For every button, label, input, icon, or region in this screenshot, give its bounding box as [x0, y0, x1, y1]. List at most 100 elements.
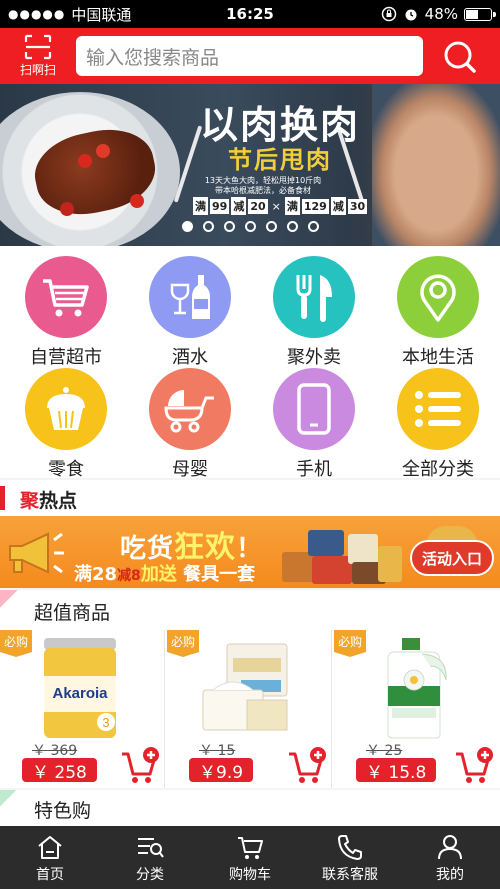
banner-note-line: 带本哈根减肥法，必备食材: [215, 186, 311, 195]
carousel-dot[interactable]: [265, 221, 277, 232]
carousel-dot[interactable]: [181, 221, 193, 232]
location-pin-icon: [420, 274, 456, 322]
category-local-life[interactable]: 本地生活: [376, 256, 500, 369]
offer-prefix: 满28: [74, 564, 118, 585]
cupcake-icon: [47, 387, 85, 430]
section-decoration: [0, 590, 18, 630]
must-buy-tag: 必购: [0, 630, 32, 657]
category-supermarket[interactable]: 自营超市: [4, 256, 128, 369]
product-card[interactable]: 必购 ￥ 25 ￥ 15.8: [334, 630, 499, 788]
tab-home[interactable]: 首页: [0, 826, 100, 889]
carousel-dot[interactable]: [202, 221, 214, 232]
product-card[interactable]: 必购 3 Akaroia ￥ 369 ￥ 258: [0, 630, 165, 788]
sale-price: ￥9.9: [189, 758, 254, 783]
deal-prefix: 满: [193, 197, 208, 215]
special-goods-header: 特色购: [0, 790, 500, 826]
category-takeout[interactable]: 聚外卖: [252, 256, 376, 369]
tomato-garnish: [96, 144, 110, 158]
section-title: 特色购: [34, 800, 92, 822]
app-header: 扫啊扫 输入您搜索商品: [0, 28, 500, 84]
tab-profile[interactable]: 我的: [400, 826, 500, 889]
phone-call-icon: [338, 835, 362, 860]
tab-cart[interactable]: 购物车: [200, 826, 300, 889]
category-drinks[interactable]: 酒水: [128, 256, 252, 369]
category-label: 自营超市: [30, 347, 102, 368]
scan-icon: [24, 34, 52, 60]
carousel-dot[interactable]: [244, 221, 256, 232]
product-card[interactable]: 必购 ￥ 15 ￥9.9: [167, 630, 332, 788]
section-title: 聚热点: [20, 486, 77, 513]
banner-subtitle: 节后甩肉: [228, 146, 332, 174]
category-icon-bg: [149, 368, 231, 450]
activity-banner[interactable]: 吃货狂欢！ 满28减8加送 餐具一套 活动入口: [0, 516, 500, 588]
category-grid: 自营超市 酒水 聚外卖 本地生活 零食 母婴 手机 全部分类: [0, 246, 500, 481]
category-icon-bg: [25, 256, 107, 338]
value-goods-list: 必购 3 Akaroia ￥ 369 ￥ 258 必购 ￥ 15 ￥9.9 必购…: [0, 630, 500, 788]
user-icon: [438, 835, 462, 860]
offer-suffix: 餐具一套: [183, 564, 256, 585]
status-bar: ●●●●● 中国联通 16:25 48%: [0, 0, 500, 28]
category-all[interactable]: 全部分类: [376, 368, 500, 481]
tab-label: 购物车: [229, 867, 271, 883]
tab-customer-service[interactable]: 联系客服: [300, 826, 400, 889]
cart-icon: [238, 837, 263, 859]
fork-knife-icon: [296, 275, 332, 322]
category-icon-bg: [149, 256, 231, 338]
search-button[interactable]: [440, 38, 484, 76]
tab-label: 联系客服: [322, 867, 378, 883]
category-phones[interactable]: 手机: [252, 368, 376, 481]
activity-offer: 满28减8加送 餐具一套: [74, 560, 255, 586]
search-placeholder: 输入您搜索商品: [86, 46, 220, 69]
scan-label: 扫啊扫: [19, 63, 56, 77]
category-label: 母婴: [172, 459, 208, 480]
tab-category[interactable]: 分类: [100, 826, 200, 889]
value-goods-header: 超值商品: [0, 590, 500, 630]
scan-button[interactable]: 扫啊扫: [12, 34, 64, 80]
tab-label: 分类: [136, 867, 164, 883]
battery-icon: [464, 7, 496, 21]
deal-discount: 30: [347, 198, 368, 214]
tomato-garnish: [78, 154, 92, 168]
megaphone-icon: [9, 532, 64, 574]
tab-label: 首页: [36, 867, 64, 883]
title-rest: 热点: [39, 490, 78, 512]
category-snacks[interactable]: 零食: [4, 368, 128, 481]
deal-separator: ×: [271, 199, 281, 213]
detergent-image: [387, 638, 447, 739]
category-baby[interactable]: 母婴: [128, 368, 252, 481]
must-buy-tag: 必购: [167, 630, 199, 657]
search-input[interactable]: 输入您搜索商品: [76, 36, 423, 76]
sale-price: ￥ 15.8: [356, 758, 437, 783]
deal-threshold: 129: [301, 198, 329, 214]
shopping-cart-icon: [43, 279, 89, 317]
carousel-dot[interactable]: [307, 221, 319, 232]
hot-section-header: 聚热点: [0, 480, 500, 516]
carousel-dot[interactable]: [223, 221, 235, 232]
promo-banner[interactable]: 以肉换肉 节后甩肉 13天大鱼大肉，轻松甩掉10斤肉 带本哈根减肥法，必备食材 …: [0, 84, 500, 246]
add-to-cart-icon[interactable]: [287, 746, 327, 784]
banner-note-line: 13天大鱼大肉，轻松甩掉10斤肉: [204, 176, 322, 185]
add-to-cart-icon[interactable]: [120, 746, 160, 784]
category-icon-bg: [25, 368, 107, 450]
category-icon: [138, 838, 164, 858]
category-label: 聚外卖: [287, 347, 341, 368]
must-buy-tag: 必购: [334, 630, 366, 657]
deal-mid: 减: [330, 197, 346, 215]
clock: 16:25: [226, 5, 274, 23]
offer-highlight: 加送: [140, 564, 177, 585]
section-decoration: [0, 790, 18, 826]
wine-bottle-icon: [170, 275, 210, 319]
category-icon-bg: [273, 256, 355, 338]
sale-price: ￥ 258: [22, 758, 97, 783]
category-label: 零食: [48, 459, 84, 480]
section-title: 超值商品: [34, 602, 111, 624]
svg-text:3: 3: [102, 715, 109, 730]
search-icon: [444, 41, 476, 73]
add-to-cart-icon[interactable]: [454, 746, 494, 784]
activity-entry-button[interactable]: 活动入口: [406, 526, 494, 582]
deal-discount: 20: [248, 198, 268, 214]
carousel-dot[interactable]: [286, 221, 298, 232]
category-label: 手机: [296, 459, 332, 480]
milk-powder-image: 3 Akaroia: [44, 638, 116, 738]
bottom-tab-bar: 首页 分类 购物车 联系客服 我的: [0, 826, 500, 889]
